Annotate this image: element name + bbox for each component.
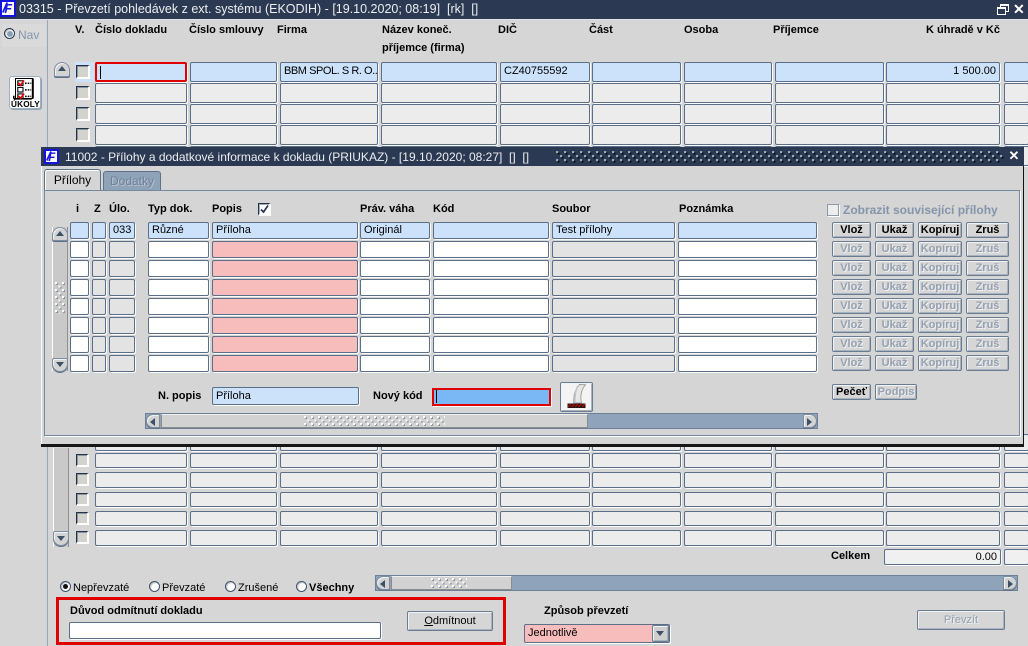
svg-text:ÚKOLY: ÚKOLY [11, 98, 40, 108]
svg-text:F: F [48, 152, 56, 162]
svg-text:F: F [4, 2, 12, 14]
